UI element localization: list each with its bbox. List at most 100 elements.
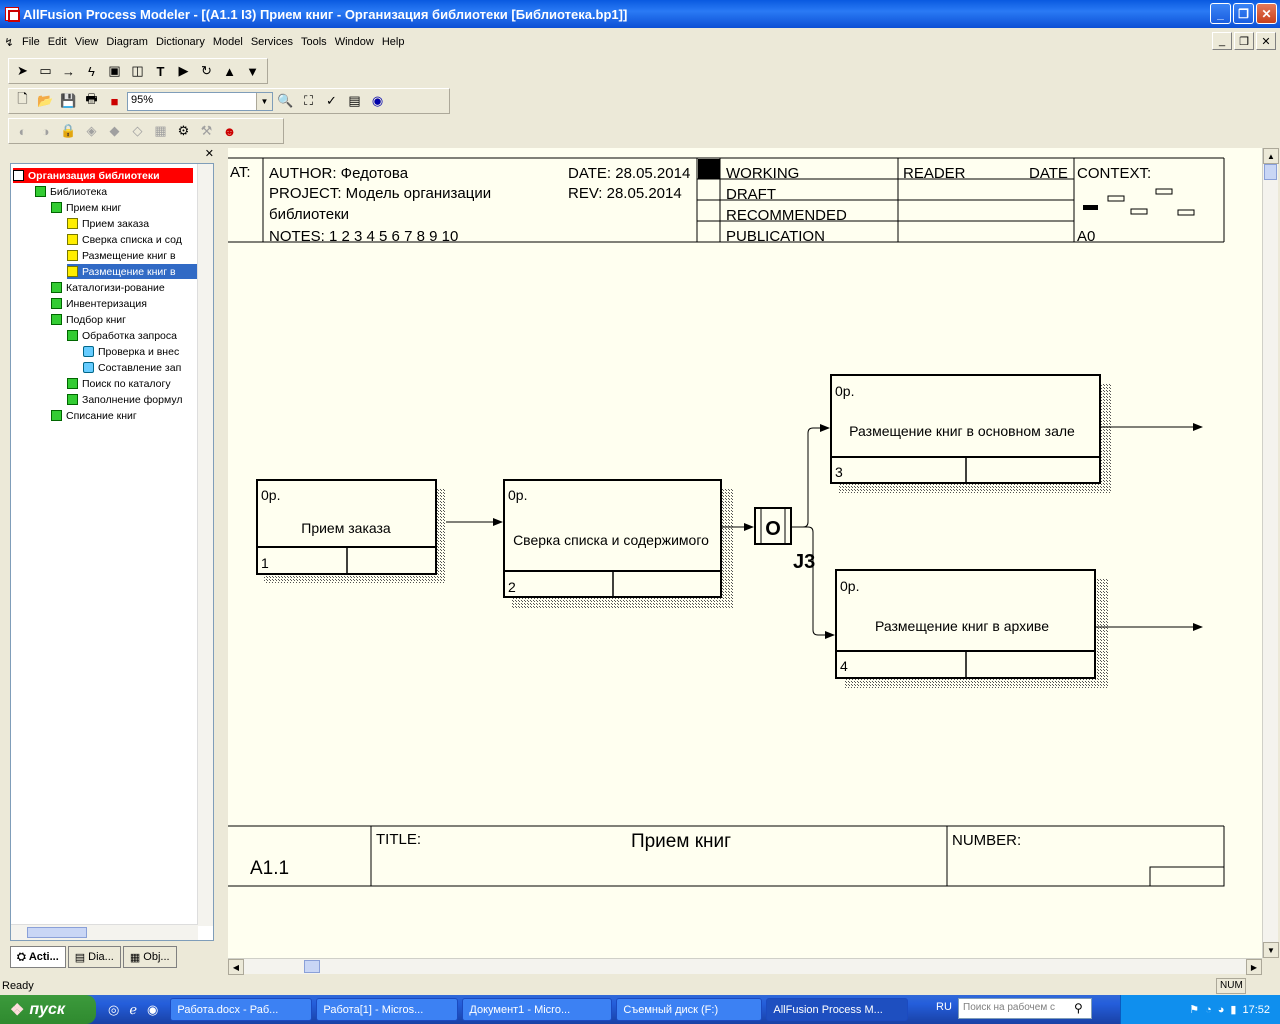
search-icon[interactable]: ⚲	[1074, 1001, 1083, 1015]
reference-tool-icon[interactable]: ◫	[127, 61, 148, 81]
menu-tools[interactable]: Tools	[297, 36, 331, 48]
save-icon[interactable]: 💾	[58, 91, 79, 111]
close-button[interactable]: ✕	[1256, 3, 1277, 24]
print-icon[interactable]: 🖶	[81, 91, 102, 111]
tree-horizontal-scrollbar[interactable]	[11, 924, 198, 940]
model-explorer-icon[interactable]: ▤	[344, 91, 365, 111]
tab-objects[interactable]: ▦ Obj...	[122, 946, 177, 968]
start-button[interactable]: ❖ пуск	[0, 995, 96, 1024]
menu-model[interactable]: Model	[209, 36, 247, 48]
activity-box-3[interactable]: 0р. Размещение книг в основном зале 3	[830, 374, 1112, 493]
activity-box-4[interactable]: 0р. Размещение книг в архиве 4	[835, 569, 1108, 688]
tree-vertical-scrollbar[interactable]	[197, 164, 213, 926]
canvas-horizontal-scrollbar[interactable]: ◀ ▶	[228, 958, 1262, 975]
lock-icon[interactable]: 🔒	[58, 121, 79, 141]
up-icon[interactable]: ▲	[219, 61, 240, 81]
activity-box-1[interactable]: 0р. Прием заказа 1	[256, 479, 446, 583]
diagram-tool-icon[interactable]: ▣	[104, 61, 125, 81]
new-file-icon[interactable]: 🗋	[12, 91, 33, 111]
app-icon[interactable]	[5, 7, 20, 22]
pointer-tool-icon[interactable]: ➤	[12, 61, 33, 81]
tree-root[interactable]: Организация библиотеки	[13, 168, 193, 183]
navigator-icon[interactable]: ◉	[367, 91, 388, 111]
scroll-down-icon[interactable]: ▼	[1263, 942, 1279, 958]
scroll-up-icon[interactable]: ▲	[1263, 148, 1279, 164]
arrow-j3-3[interactable]	[791, 424, 830, 528]
menu-services[interactable]: Services	[247, 36, 297, 48]
squiggle-tool-icon[interactable]: ϟ	[81, 61, 102, 81]
chrome-icon[interactable]: ◎	[108, 1002, 119, 1018]
menu-file[interactable]: File	[18, 36, 44, 48]
minimize-button[interactable]: _	[1210, 3, 1231, 24]
menu-diagram[interactable]: Diagram	[102, 36, 152, 48]
zoom-in-icon[interactable]: 🔍	[275, 91, 296, 111]
activity-box-2[interactable]: 0р. Сверка списка и содержимого 2	[503, 479, 733, 608]
tree-item[interactable]: Списание книг	[51, 408, 198, 423]
task-word-document1[interactable]: Документ1 - Micro...	[462, 998, 613, 1021]
disabled-tool-icon[interactable]: ◐	[12, 121, 33, 141]
scroll-thumb[interactable]	[27, 927, 87, 938]
down-icon[interactable]: ▼	[242, 61, 263, 81]
mdi-close-button[interactable]: ✕	[1256, 32, 1276, 50]
clock[interactable]: 17:52	[1242, 1004, 1270, 1016]
language-indicator[interactable]: RU	[936, 1001, 952, 1013]
tab-activities[interactable]: ⛭ Acti...	[10, 946, 66, 968]
tray-icon[interactable]: ▮	[1230, 1003, 1236, 1016]
junction-j3[interactable]: O J3	[754, 507, 815, 573]
tree-item[interactable]: Библиотека	[35, 184, 198, 199]
tree-item[interactable]: Каталогизи-рование	[51, 280, 198, 295]
rotate-icon[interactable]: ↻	[196, 61, 217, 81]
arrow-tool-icon[interactable]: →	[58, 61, 79, 81]
close-icon[interactable]: ✕	[205, 147, 214, 160]
ie-icon[interactable]: ℯ	[129, 1002, 137, 1018]
task-word-rabota[interactable]: Работа.docx - Раб...	[170, 998, 313, 1021]
chevron-down-icon[interactable]: ▼	[256, 92, 272, 110]
tray-icon[interactable]: ◔	[1205, 1004, 1212, 1016]
text-tool-icon[interactable]: T	[150, 61, 171, 81]
tree-item[interactable]: Проверка и внес	[83, 344, 198, 359]
disabled-tool-icon[interactable]: ◑	[35, 121, 56, 141]
title-bar[interactable]: AllFusion Process Modeler - [(A1.1 I3) П…	[0, 0, 1280, 28]
restore-button[interactable]: ❐	[1233, 3, 1254, 24]
users-icon[interactable]: ☻	[219, 121, 240, 141]
tree-item[interactable]: Поиск по каталогу	[67, 376, 198, 391]
tray-icon[interactable]: ◕	[1218, 1004, 1225, 1016]
tree-item[interactable]: Заполнение формул	[67, 392, 198, 407]
tree-item[interactable]: Прием заказа	[67, 216, 198, 231]
menu-dictionary[interactable]: Dictionary	[152, 36, 209, 48]
tree-item[interactable]: Обработка запроса	[67, 328, 198, 343]
spell-check-icon[interactable]: ✓	[321, 91, 342, 111]
open-folder-icon[interactable]: 📂	[35, 91, 56, 111]
desktop-search-input[interactable]: Поиск на рабочем с	[958, 998, 1092, 1019]
disabled-tool-icon[interactable]: ▦	[150, 121, 171, 141]
menu-edit[interactable]: Edit	[44, 36, 71, 48]
mdi-restore-button[interactable]: ❐	[1234, 32, 1254, 50]
scroll-left-icon[interactable]: ◀	[228, 959, 244, 975]
browser-icon[interactable]: ◉	[147, 1002, 158, 1018]
document-icon[interactable]: ↯	[0, 32, 18, 52]
task-removable-disk[interactable]: Съемный диск (F:)	[616, 998, 763, 1021]
diagram-canvas[interactable]: AT: AUTHOR: Федотова DATE: 28.05.2014 PR…	[228, 148, 1262, 958]
activity-box-tool-icon[interactable]: ▭	[35, 61, 56, 81]
arrow-j3-4[interactable]	[791, 526, 835, 639]
zoom-fit-icon[interactable]: ⛶	[298, 91, 319, 111]
tree-item[interactable]: Составление зап	[83, 360, 198, 375]
disabled-tool-icon[interactable]: ◇	[127, 121, 148, 141]
tree-item[interactable]: Сверка списка и сод	[67, 232, 198, 247]
tree-item[interactable]: Размещение книг в	[67, 248, 198, 263]
activity-tree[interactable]: Организация библиотеки Библиотека Прием к…	[10, 163, 214, 941]
task-word-rabota1[interactable]: Работа[1] - Micros...	[316, 998, 459, 1021]
mdi-minimize-button[interactable]: _	[1212, 32, 1232, 50]
disabled-tool-icon[interactable]: ◈	[81, 121, 102, 141]
scroll-right-icon[interactable]: ▶	[1246, 959, 1262, 975]
zoom-select[interactable]: 95% ▼	[127, 91, 273, 111]
tree-item[interactable]: Прием книг	[51, 200, 198, 215]
menu-help[interactable]: Help	[378, 36, 409, 48]
scroll-thumb[interactable]	[1264, 164, 1277, 180]
disabled-tool-icon[interactable]: ⚒	[196, 121, 217, 141]
tree-item[interactable]: Размещение книг в	[67, 264, 198, 279]
tree-item[interactable]: Подбор книг	[51, 312, 198, 327]
task-allfusion[interactable]: AllFusion Process M...	[766, 998, 909, 1021]
tree-item[interactable]: Инвентеризация	[51, 296, 198, 311]
canvas-vertical-scrollbar[interactable]: ▲ ▼	[1262, 148, 1279, 958]
